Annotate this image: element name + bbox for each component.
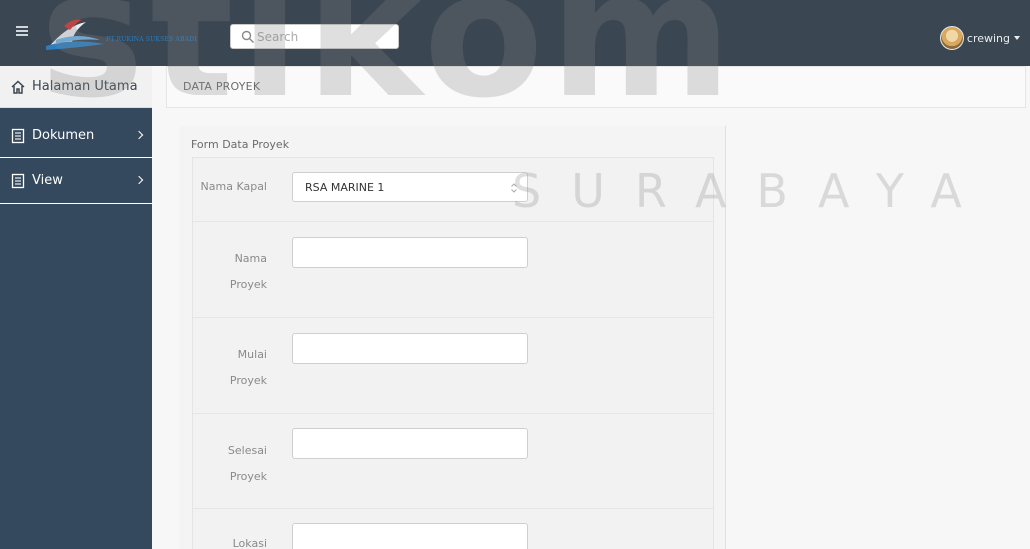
mulai-proyek-label: Mulai Proyek — [230, 342, 267, 394]
search-input[interactable] — [257, 27, 395, 47]
label-line: Proyek — [229, 278, 267, 291]
sidebar-item-label: Dokumen — [32, 128, 95, 143]
form-row-nama-proyek: Nama Proyek — [193, 222, 713, 318]
caret-down-icon[interactable] — [1014, 36, 1020, 40]
selesai-proyek-input[interactable] — [292, 428, 528, 459]
page-header: DATA PROYEK — [166, 66, 1026, 108]
lokasi-input[interactable] — [292, 523, 528, 549]
form-row-nama-kapal: Nama Kapal RSA MARINE 1 — [193, 158, 713, 222]
select-arrow-icon — [511, 183, 517, 193]
nama-kapal-value: RSA MARINE 1 — [305, 181, 385, 194]
sidebar: Halaman Utama Dokumen View — [0, 66, 152, 549]
form-title: Form Data Proyek — [191, 138, 290, 151]
sidebar-item-dokumen[interactable]: Dokumen — [0, 114, 152, 158]
search-box[interactable] — [230, 24, 399, 49]
nama-proyek-input[interactable] — [292, 237, 528, 268]
top-navbar: PT RUKINA SUKSES ABADI crewing — [0, 0, 1030, 66]
form-row-selesai-proyek: Selesai Proyek — [193, 414, 713, 509]
nama-proyek-label: Nama Proyek — [230, 246, 267, 298]
form-row-lokasi: Lokasi — [193, 509, 713, 549]
sidebar-item-view[interactable]: View — [0, 158, 152, 204]
nama-kapal-label: Nama Kapal — [200, 180, 267, 193]
label-line: Mulai — [237, 348, 267, 361]
company-logo[interactable] — [42, 18, 242, 52]
chevron-right-icon — [134, 175, 144, 184]
page-title: DATA PROYEK — [183, 80, 261, 93]
home-icon — [11, 79, 25, 94]
label-line: Selesai — [227, 444, 267, 457]
company-name: PT RUKINA SUKSES ABADI — [106, 36, 197, 43]
nama-kapal-select[interactable]: RSA MARINE 1 — [292, 172, 528, 202]
lokasi-label: Lokasi — [232, 537, 267, 549]
sidebar-item-label: Halaman Utama — [32, 79, 138, 94]
label-line: Nama — [234, 252, 267, 265]
form-panel: Form Data Proyek Nama Kapal RSA MARINE 1… — [179, 126, 726, 549]
sidebar-item-label: View — [32, 173, 63, 188]
document-icon — [11, 128, 25, 143]
document-icon — [11, 173, 25, 188]
sidebar-item-halaman-utama[interactable]: Halaman Utama — [0, 66, 152, 108]
search-icon — [241, 30, 254, 43]
user-menu[interactable]: crewing — [939, 26, 1020, 50]
chevron-right-icon — [134, 130, 144, 139]
label-line: Proyek — [229, 374, 267, 387]
menu-toggle-icon[interactable] — [16, 26, 28, 36]
selesai-proyek-label: Selesai Proyek — [228, 438, 267, 490]
mulai-proyek-input[interactable] — [292, 333, 528, 364]
project-form: Nama Kapal RSA MARINE 1 Nama Proyek Mula… — [192, 157, 714, 549]
avatar[interactable] — [939, 26, 964, 50]
username[interactable]: crewing — [967, 32, 1010, 45]
label-line: Proyek — [229, 470, 267, 483]
form-row-mulai-proyek: Mulai Proyek — [193, 318, 713, 414]
